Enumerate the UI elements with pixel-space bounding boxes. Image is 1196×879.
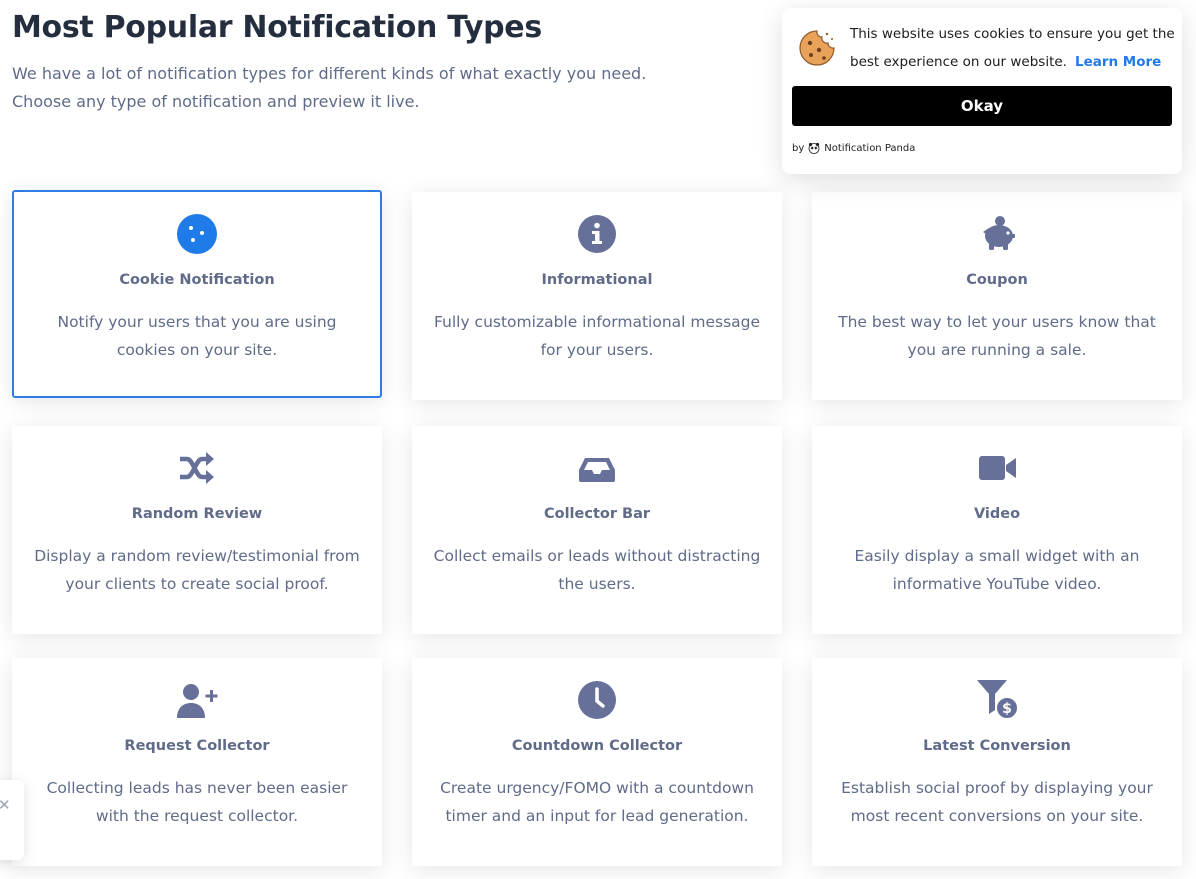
card-title: Video (973, 506, 1021, 522)
card-countdown-collector[interactable]: Countdown Collector Create urgency/FOMO … (412, 658, 782, 866)
branding: by Notification Panda (792, 142, 915, 154)
okay-button[interactable]: Okay (792, 86, 1172, 126)
card-description: Establish social proof by displaying you… (841, 779, 1153, 825)
page-subtitle: We have a lot of notification types for … (12, 60, 712, 116)
card-title: Informational (541, 272, 653, 288)
card-informational[interactable]: Informational Fully customizable informa… (412, 192, 782, 400)
card-description: Notify your users that you are using coo… (57, 313, 337, 359)
card-collector-bar[interactable]: Collector Bar Collect emails or leads wi… (412, 426, 782, 634)
card-description: Fully customizable informational message… (433, 313, 761, 359)
side-widget-tab: ✕ (0, 780, 24, 860)
subtitle-line-1: We have a lot of notification types for … (12, 64, 647, 83)
card-title: Collector Bar (543, 506, 651, 522)
card-title: Random Review (131, 506, 263, 522)
card-title: Coupon (966, 272, 1028, 288)
branding-name: Notification Panda (824, 142, 916, 154)
close-icon[interactable]: ✕ (0, 796, 11, 814)
card-title: Request Collector (124, 738, 270, 754)
card-description: Collect emails or leads without distract… (433, 547, 761, 593)
piggy-bank-icon (975, 212, 1019, 256)
user-plus-icon (175, 678, 219, 722)
shuffle-icon (175, 446, 219, 490)
panda-icon (808, 142, 820, 154)
cookie-message: This website uses cookies to ensure you … (850, 20, 1175, 76)
card-description: Easily display a small widget with an in… (854, 547, 1140, 593)
card-random-review[interactable]: Random Review Display a random review/te… (12, 426, 382, 634)
card-description: Collecting leads has never been easier w… (46, 779, 348, 825)
card-video[interactable]: Video Easily display a small widget with… (812, 426, 1182, 634)
subtitle-line-2: Choose any type of notification and prev… (12, 92, 420, 111)
cookie-consent-popup: This website uses cookies to ensure you … (782, 8, 1182, 174)
cookie-icon (797, 28, 837, 68)
card-cookie-notification[interactable]: Cookie Notification Notify your users th… (12, 190, 382, 398)
funnel-dollar-icon: $ (975, 678, 1019, 722)
card-description: Create urgency/FOMO with a countdown tim… (440, 779, 754, 825)
card-title: Cookie Notification (119, 272, 275, 288)
svg-text:$: $ (1002, 701, 1012, 717)
learn-more-link[interactable]: Learn More (1075, 54, 1161, 70)
card-description: Display a random review/testimonial from… (34, 547, 360, 593)
card-request-collector[interactable]: Request Collector Collecting leads has n… (12, 658, 382, 866)
cookie-icon (175, 212, 219, 256)
inbox-icon (575, 446, 619, 490)
card-title: Latest Conversion (923, 738, 1071, 754)
card-latest-conversion[interactable]: $ Latest Conversion Establish social pro… (812, 658, 1182, 866)
page-title: Most Popular Notification Types (12, 10, 542, 45)
card-description: The best way to let your users know that… (838, 313, 1156, 359)
card-coupon[interactable]: Coupon The best way to let your users kn… (812, 192, 1182, 400)
branding-prefix: by (792, 142, 805, 154)
card-title: Countdown Collector (511, 738, 683, 754)
video-camera-icon (975, 446, 1019, 490)
info-icon (575, 212, 619, 256)
clock-icon (575, 678, 619, 722)
